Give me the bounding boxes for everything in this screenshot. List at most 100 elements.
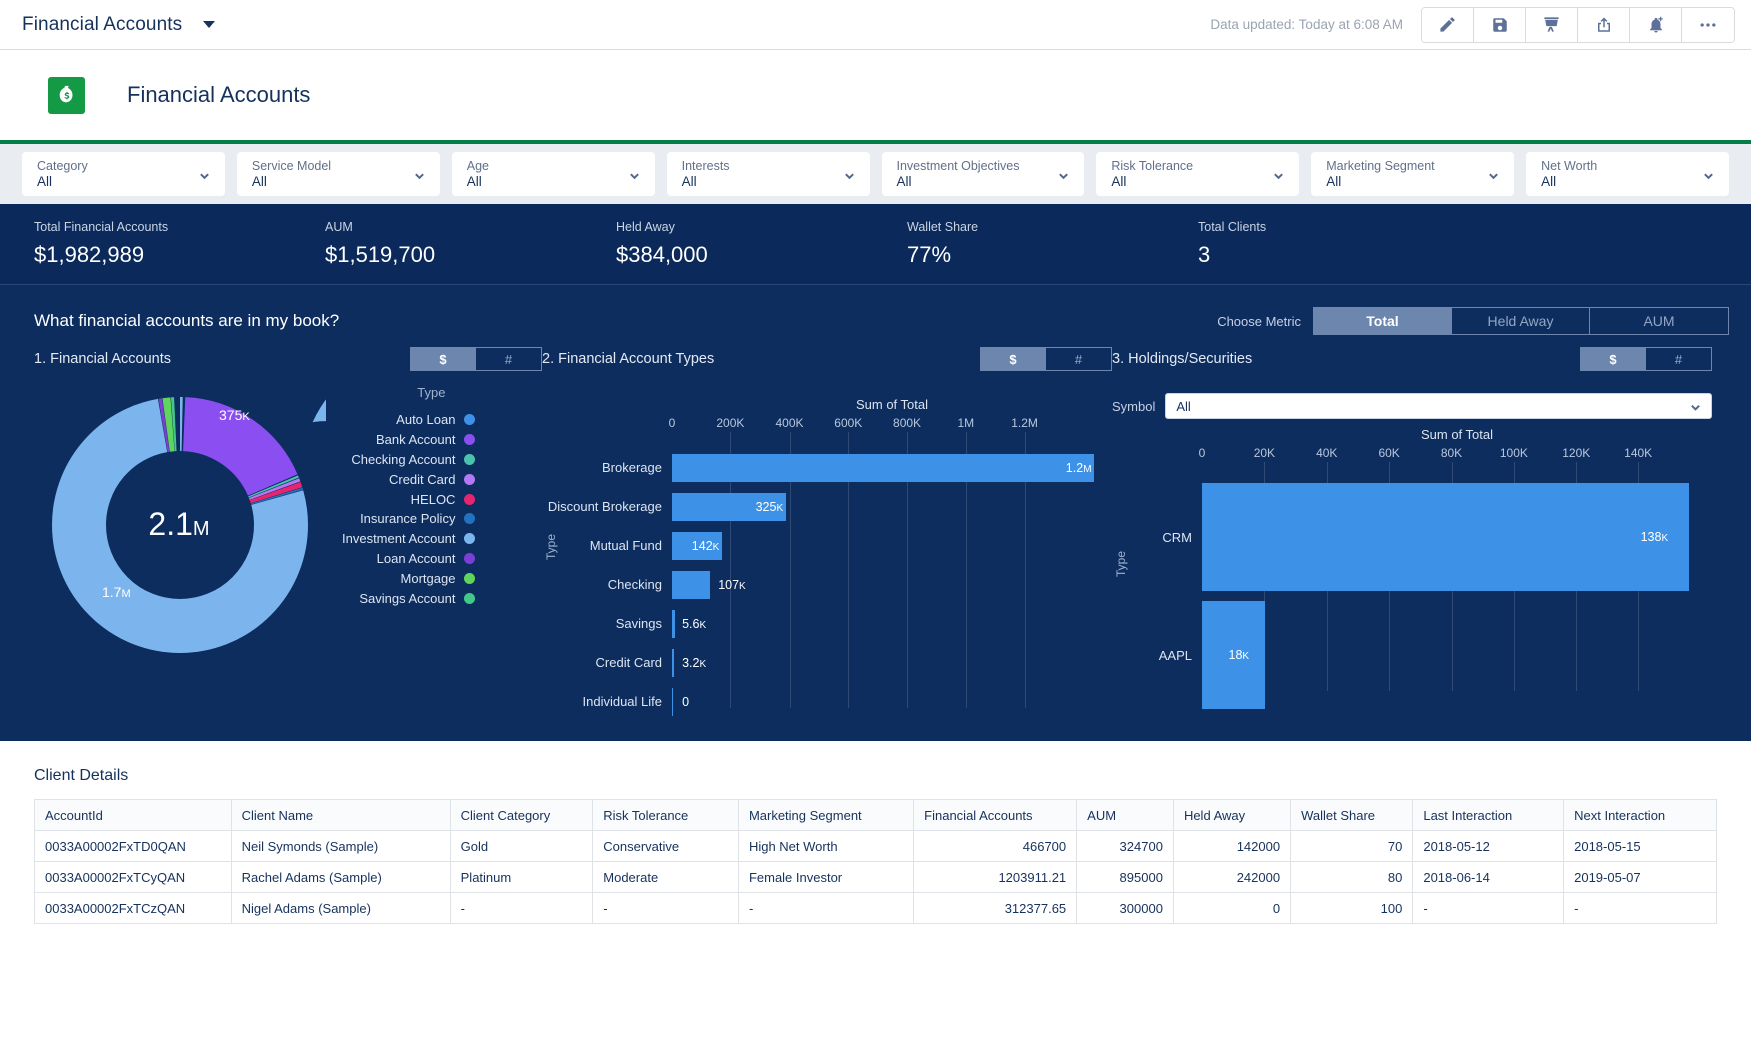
bar-savings[interactable]	[672, 609, 676, 638]
legend-item[interactable]: Credit Card	[342, 469, 476, 489]
share-icon[interactable]	[1578, 7, 1630, 42]
panel-financial-account-types: 2. Financial Account Types $ # Sum of To…	[542, 337, 1112, 716]
tick-label: 20K	[1253, 446, 1276, 460]
toolbar-icon-group	[1421, 6, 1735, 43]
subscribe-bell-icon[interactable]	[1630, 7, 1682, 42]
bar-brokerage[interactable]	[672, 453, 1095, 482]
column-header-next-interaction[interactable]: Next Interaction	[1563, 799, 1717, 831]
chevron-down-icon	[1273, 169, 1284, 180]
panel-financial-accounts: 1. Financial Accounts $ # 2.1M 375K 1.7M…	[22, 337, 558, 716]
presentation-easel-icon[interactable]	[1526, 7, 1578, 42]
bar-track: 5.6K	[672, 604, 1112, 643]
dashboard-page: Financial Accounts Data updated: Today a…	[0, 0, 1751, 1044]
page-title: Financial Accounts	[127, 82, 311, 107]
symbol-select[interactable]: All	[1165, 393, 1712, 419]
panel-2-header: 2. Financial Account Types $ #	[542, 339, 1112, 379]
column-header-wallet-share[interactable]: Wallet Share	[1290, 799, 1414, 831]
table-row[interactable]: 0033A00002FxTCzQAN Nigel Adams (Sample) …	[34, 892, 1717, 924]
column-header-client-name[interactable]: Client Name	[230, 799, 451, 831]
legend-color-dot	[464, 533, 476, 545]
legend-item[interactable]: Savings Account	[342, 588, 476, 608]
metric-toggle-total[interactable]: Total	[1314, 308, 1452, 334]
column-header-client-category[interactable]: Client Category	[449, 799, 594, 831]
legend-item[interactable]: Investment Account	[342, 529, 476, 549]
legend-item[interactable]: Insurance Policy	[342, 509, 476, 529]
kpi-value: $1,982,989	[34, 242, 145, 267]
data-updated-text: Data updated: Today at 6:08 AM	[1210, 17, 1403, 32]
chevron-down-icon	[844, 169, 855, 180]
legend-label: HELOC	[410, 491, 456, 507]
filter-label: Category	[37, 158, 88, 173]
metric-toggle-group: Total Held Away AUM	[1313, 307, 1729, 335]
tick-label: 120K	[1562, 446, 1591, 460]
legend-item[interactable]: Bank Account	[342, 430, 476, 450]
bar-track: 3.2K	[672, 643, 1112, 682]
bar-checking[interactable]	[672, 570, 710, 599]
column-header-financial-accounts[interactable]: Financial Accounts	[913, 799, 1078, 831]
bar-value-label: 3.2K	[682, 655, 707, 670]
bar-individual-life[interactable]	[672, 687, 674, 716]
bar-track: 1.2M	[672, 448, 1112, 487]
more-ellipsis-icon[interactable]	[1682, 7, 1734, 42]
filter-marketing-segment[interactable]: Marketing Segment All	[1311, 152, 1515, 196]
panel-1-toggle-count[interactable]: #	[476, 348, 541, 370]
filter-investment-objectives[interactable]: Investment Objectives All	[881, 152, 1085, 196]
kpi-held-away: Held Away $384,000	[616, 220, 907, 268]
tick-label: 400K	[775, 416, 804, 430]
legend-color-dot	[464, 434, 476, 446]
panel-1-toggle-currency[interactable]: $	[411, 348, 476, 370]
metric-toggle-aum[interactable]: AUM	[1590, 308, 1728, 334]
panel-3-toggle-count[interactable]: #	[1646, 348, 1711, 370]
chevron-down-icon	[414, 169, 425, 180]
dashboard-dropdown-button[interactable]	[198, 14, 220, 36]
filter-service-model[interactable]: Service Model All	[236, 152, 440, 196]
column-header-marketing-segment[interactable]: Marketing Segment	[737, 799, 915, 831]
edit-pencil-icon[interactable]	[1422, 7, 1474, 42]
filter-net-worth[interactable]: Net Worth All	[1526, 152, 1729, 196]
column-header-accountid[interactable]: AccountId	[34, 799, 232, 831]
panel-2-toggle-count[interactable]: #	[1046, 348, 1111, 370]
legend-item[interactable]: HELOC	[342, 489, 476, 509]
tick-label: 200K	[716, 416, 745, 430]
legend-item[interactable]: Auto Loan	[342, 410, 476, 430]
kpi-value: 77%	[907, 242, 952, 267]
panel-1-title: 1. Financial Accounts	[34, 351, 172, 367]
filter-interests[interactable]: Interests All	[666, 152, 870, 196]
bar-credit-card[interactable]	[672, 648, 674, 677]
panel-2-toggle-currency[interactable]: $	[981, 348, 1046, 370]
bar-category-label: Mutual Fund	[589, 538, 662, 553]
legend-item[interactable]: Checking Account	[342, 450, 476, 470]
top-bar-actions: Data updated: Today at 6:08 AM	[1210, 6, 1735, 43]
column-header-aum[interactable]: AUM	[1076, 799, 1174, 831]
filter-label: Risk Tolerance	[1111, 158, 1194, 173]
tick-label: 1.2M	[1011, 416, 1038, 430]
kpi-aum: AUM $1,519,700	[325, 220, 616, 268]
filter-value: All	[1111, 173, 1127, 189]
cell-wallet-share: 80	[1290, 861, 1414, 893]
kpi-value: $384,000	[616, 242, 708, 267]
legend-item[interactable]: Mortgage	[342, 568, 476, 588]
panel-3-toggle-currency[interactable]: $	[1581, 348, 1646, 370]
legend-item[interactable]: Loan Account	[342, 549, 476, 569]
tick-label: 600K	[834, 416, 863, 430]
column-header-held-away[interactable]: Held Away	[1172, 799, 1292, 831]
metric-toggle-held-away[interactable]: Held Away	[1452, 308, 1590, 334]
legend-label: Credit Card	[388, 471, 456, 487]
cell-held-away: 142000	[1172, 830, 1292, 862]
legend-color-dot	[464, 592, 476, 604]
filter-category[interactable]: Category All	[22, 152, 225, 196]
symbol-filter-row: Symbol All	[1112, 393, 1712, 419]
table-row[interactable]: 0033A00002FxTCyQAN Rachel Adams (Sample)…	[34, 861, 1717, 893]
filter-age[interactable]: Age All	[451, 152, 655, 196]
filter-risk-tolerance[interactable]: Risk Tolerance All	[1096, 152, 1300, 196]
bar-category-label: Savings	[615, 616, 662, 631]
bar-value-label: 142K	[691, 538, 720, 553]
save-disk-icon[interactable]	[1474, 7, 1526, 42]
table-row[interactable]: 0033A00002FxTD0QAN Neil Symonds (Sample)…	[34, 830, 1717, 862]
legend-title: Type	[417, 385, 446, 400]
donut-chart[interactable]: 2.1M 375K 1.7M	[34, 347, 558, 679]
client-details-section: Client Details AccountId Client Name Cli…	[0, 741, 1751, 924]
bar-crm[interactable]	[1202, 483, 1690, 591]
column-header-last-interaction[interactable]: Last Interaction	[1412, 799, 1565, 831]
column-header-risk-tolerance[interactable]: Risk Tolerance	[592, 799, 739, 831]
